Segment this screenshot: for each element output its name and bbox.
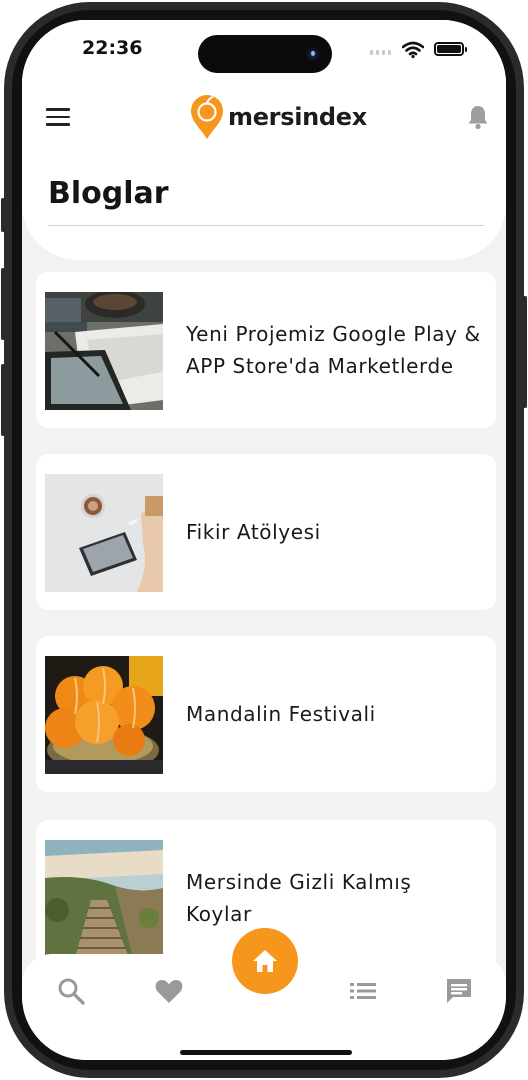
- blog-card[interactable]: Yeni Projemiz Google Play & APP Store'da…: [36, 272, 496, 428]
- home-button[interactable]: [232, 928, 298, 994]
- front-camera-icon: [306, 47, 320, 61]
- brand-logo: mersindex: [190, 94, 367, 140]
- coastal-stairs-photo: [45, 840, 163, 958]
- home-icon: [253, 950, 277, 972]
- blog-title: Yeni Projemiz Google Play & APP Store'da…: [186, 322, 481, 378]
- brand-name: mersindex: [228, 103, 367, 131]
- volume-up-button: [1, 268, 5, 340]
- notebook-tablet-photo: [45, 292, 163, 410]
- notification-bell-icon[interactable]: [466, 104, 490, 130]
- coffee-phone-desk-photo: [45, 474, 163, 592]
- mute-switch: [1, 198, 5, 232]
- blog-title: Mandalin Festivali: [186, 702, 376, 726]
- hamburger-menu-icon[interactable]: [46, 108, 70, 126]
- chat-icon[interactable]: [444, 976, 474, 1006]
- list-icon[interactable]: [348, 976, 378, 1006]
- orange-pin-icon: [191, 95, 223, 139]
- title-divider: [48, 225, 484, 226]
- blog-card[interactable]: Fikir Atölyesi: [36, 454, 496, 610]
- page-title: Bloglar: [48, 176, 169, 211]
- battery-icon: [434, 42, 467, 56]
- power-button: [523, 296, 527, 408]
- volume-down-button: [1, 364, 5, 436]
- blog-title: Fikir Atölyesi: [186, 520, 321, 544]
- search-icon[interactable]: [56, 976, 86, 1006]
- tangerines-bowl-photo: [45, 656, 163, 774]
- wifi-icon: [402, 41, 424, 59]
- blog-card[interactable]: Mandalin Festivali: [36, 636, 496, 792]
- status-time: 22:36: [82, 37, 143, 59]
- blog-title: Mersinde Gizli Kalmış Koylar: [186, 870, 412, 926]
- heart-icon[interactable]: [154, 976, 184, 1006]
- home-indicator: [180, 1050, 352, 1055]
- signal-icon: [370, 50, 391, 55]
- status-bar: 22:36: [22, 20, 506, 80]
- dynamic-island: [198, 35, 332, 73]
- app-screen: Yeni Projemiz Google Play & APP Store'da…: [22, 20, 506, 1060]
